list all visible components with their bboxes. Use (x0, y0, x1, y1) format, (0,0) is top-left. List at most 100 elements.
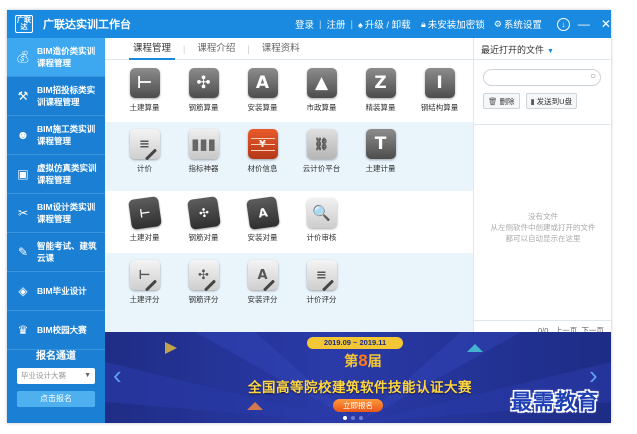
tile-material-price[interactable]: ¥ 材价信息 (233, 122, 292, 176)
upgrade-label: 升级 / 卸载 (364, 20, 411, 31)
key-status[interactable]: 🔒︎ 未安装加密锁 (421, 17, 485, 32)
tile-label: 安装对量 (247, 233, 278, 242)
banner-prev-icon[interactable]: ‹ (113, 360, 122, 391)
tab-course-intro[interactable]: 课程介绍 (185, 40, 247, 59)
edition-prefix: 第 (344, 353, 359, 369)
download-icon[interactable]: ↓ (556, 17, 570, 31)
login-link[interactable]: 登录 (295, 17, 314, 31)
recent-files-header[interactable]: 最近打开的文件 ▼ (474, 38, 611, 60)
chevron-down-icon: ▼ (84, 372, 91, 379)
civil-scoring-glyph: ⊢ (138, 267, 151, 283)
send-to-usb-button[interactable]: ▮ 发送到U盘 (525, 93, 578, 109)
tile-label: 安装算量 (247, 103, 278, 112)
tile-municipal-quantity[interactable]: ▲ 市政算量 (292, 61, 351, 115)
tile-install-quantity[interactable]: A 安装算量 (233, 61, 292, 115)
rebar-quantity-icon: ✣ (188, 68, 219, 98)
tile-civil-metering[interactable]: T 土建计量 (351, 122, 410, 176)
tile-decoration-quantity[interactable]: Z 精装算量 (351, 61, 410, 115)
delete-button[interactable]: 🗑︎ 删除 (483, 93, 520, 109)
banner-dot[interactable] (359, 416, 363, 420)
delete-label: 删除 (499, 97, 515, 106)
tile-steel-structure-quantity[interactable]: I 钢结构算量 (410, 61, 469, 115)
sidebar-item-label: BIM毕业设计 (37, 286, 87, 296)
grid-row-reconcile: ⊢ 土建对量 ✣ 钢筋对量 A 安装对量 🔍 计价审核 (105, 191, 473, 253)
tile-install-reconcile[interactable]: A 安装对量 (233, 191, 292, 245)
tile-civil-quantity[interactable]: ⊢ 土建算量 (115, 61, 174, 115)
tile-label: 土建对量 (129, 233, 160, 242)
municipal-quantity-icon: ▲ (306, 68, 337, 98)
banner-edition: 第8届 (323, 351, 403, 371)
banner-dot[interactable] (351, 416, 355, 420)
cloud-pricing-icon: ⛓ (306, 129, 337, 159)
sidebar-item-bim-bidding[interactable]: ⚒ BIM招投标类实训课程管理 (7, 77, 105, 116)
tile-label: 计价评分 (306, 295, 337, 304)
civil-reconcile-icon: ⊢ (127, 196, 162, 230)
install-reconcile-icon: A (245, 196, 280, 230)
registration-panel: 报名通道 毕业设计大赛 ▼ 点击报名 (7, 347, 105, 407)
recent-files-panel: 最近打开的文件 ▼ ○ 🗑︎ 删除 ▮ 发送到U盘 没有文件 从左侧软件中创建或打开的… (473, 38, 611, 342)
sidebar-item-bim-cost[interactable]: 💰︎ BIM造价类实训课程管理 (7, 38, 105, 77)
tab-course-materials[interactable]: 课程资料 (250, 40, 312, 59)
register-link[interactable]: 注册 (326, 17, 345, 31)
tile-rebar-scoring[interactable]: ✣ 钢筋评分 (174, 253, 233, 307)
account-links: 登录 | 注册 | ♠ 升级 / 卸载 (295, 10, 411, 38)
rebar-scoring-icon: ✣ (188, 260, 219, 292)
minimize-icon[interactable]: — (576, 16, 592, 32)
sidebar-item-label: BIM校园大赛 (37, 325, 87, 335)
tile-cloud-pricing[interactable]: ⛓ 云计价平台 (292, 122, 351, 176)
key-status-label: 未安装加密锁 (427, 20, 485, 31)
sidebar-item-label: BIM设计类实训课程管理 (37, 202, 96, 224)
sidebar-item-label: BIM招投标类实训课程管理 (37, 85, 96, 107)
tile-pricing-audit[interactable]: 🔍 计价审核 (292, 191, 351, 245)
upgrade-link[interactable]: ♠ 升级 / 卸载 (358, 17, 411, 31)
sidebar-item-virtual-sim[interactable]: ▣ 虚拟仿真类实训课程管理 (7, 155, 105, 194)
tile-label: 计价审核 (306, 233, 337, 242)
sidebar-item-label: BIM施工类实训课程管理 (37, 124, 96, 146)
civil-quantity-icon: ⊢ (129, 68, 160, 98)
civil-metering-icon: T (365, 129, 396, 159)
separator: | (350, 18, 353, 30)
recent-files-title: 最近打开的文件 (481, 45, 545, 55)
contest-select[interactable]: 毕业设计大赛 ▼ (17, 368, 95, 384)
app-title: 广联达实训工作台 (43, 19, 131, 31)
install-quantity-icon: A (247, 68, 278, 98)
banner-dot[interactable] (343, 416, 347, 420)
grid-row-scoring: ⊢ 土建评分 ✣ 钢筋评分 A 安装评分 ≡ 计价评分 (105, 253, 473, 332)
tile-civil-reconcile[interactable]: ⊢ 土建对量 (115, 191, 174, 245)
app-window: 广联达 广联达实训工作台 登录 | 注册 | ♠ 升级 / 卸载 🔒︎ 未安装加密锁… (7, 10, 611, 423)
empty-state: 没有文件 从左侧软件中创建或打开的文件 都可以自动显示在这里 (474, 211, 611, 244)
sidebar-item-smart-exam[interactable]: ✎ 智能考试、建筑云课 (7, 233, 105, 272)
sidebar-item-bim-construction[interactable]: ☻ BIM施工类实训课程管理 (7, 116, 105, 155)
tile-pricing-scoring[interactable]: ≡ 计价评分 (292, 253, 351, 307)
close-icon[interactable]: ✕ (598, 16, 611, 32)
logo-text: 广联达 (17, 17, 31, 31)
tile-rebar-quantity[interactable]: ✣ 钢筋算量 (174, 61, 233, 115)
sidebar-item-bim-design[interactable]: ✂ BIM设计类实训课程管理 (7, 194, 105, 233)
decoration-quantity-icon: Z (365, 68, 396, 98)
tile-install-scoring[interactable]: A 安装评分 (233, 253, 292, 307)
rocket-icon: ♠ (357, 20, 363, 30)
gavel-icon: ⚒ (17, 89, 29, 103)
separator: | (319, 18, 322, 30)
recent-files-search[interactable]: ○ (483, 69, 601, 86)
civil-scoring-icon: ⊢ (129, 260, 160, 292)
register-button[interactable]: 点击报名 (17, 391, 95, 407)
tile-pricing[interactable]: ≡ 计价 (115, 122, 174, 176)
pricing-glyph: ≡ (139, 136, 150, 152)
tile-civil-scoring[interactable]: ⊢ 土建评分 (115, 253, 174, 307)
sidebar-item-campus-contest[interactable]: ♛ BIM校园大赛 (7, 311, 105, 350)
tab-course-management[interactable]: 课程管理 (121, 40, 183, 60)
empty-state-line: 从左侧软件中创建或打开的文件 (490, 223, 596, 232)
tile-label: 云计价平台 (302, 164, 341, 173)
tile-rebar-reconcile[interactable]: ✣ 钢筋对量 (174, 191, 233, 245)
tile-index-tool[interactable]: ▮▮▮ 指标神器 (174, 122, 233, 176)
settings-button[interactable]: ⚙ 系统设置 (494, 17, 542, 32)
banner-register-button[interactable]: 立即报名 (333, 399, 383, 412)
steel-structure-icon: I (424, 68, 455, 98)
sidebar: 💰︎ BIM造价类实训课程管理 ⚒ BIM招投标类实训课程管理 ☻ BIM施工类… (7, 38, 105, 423)
sidebar-item-graduation[interactable]: ◈ BIM毕业设计 (7, 272, 105, 311)
tile-label: 计价 (137, 164, 152, 173)
edition-number: 8 (358, 351, 368, 370)
edition-suffix: 届 (367, 353, 382, 369)
pricing-scoring-glyph: ≡ (316, 267, 327, 283)
